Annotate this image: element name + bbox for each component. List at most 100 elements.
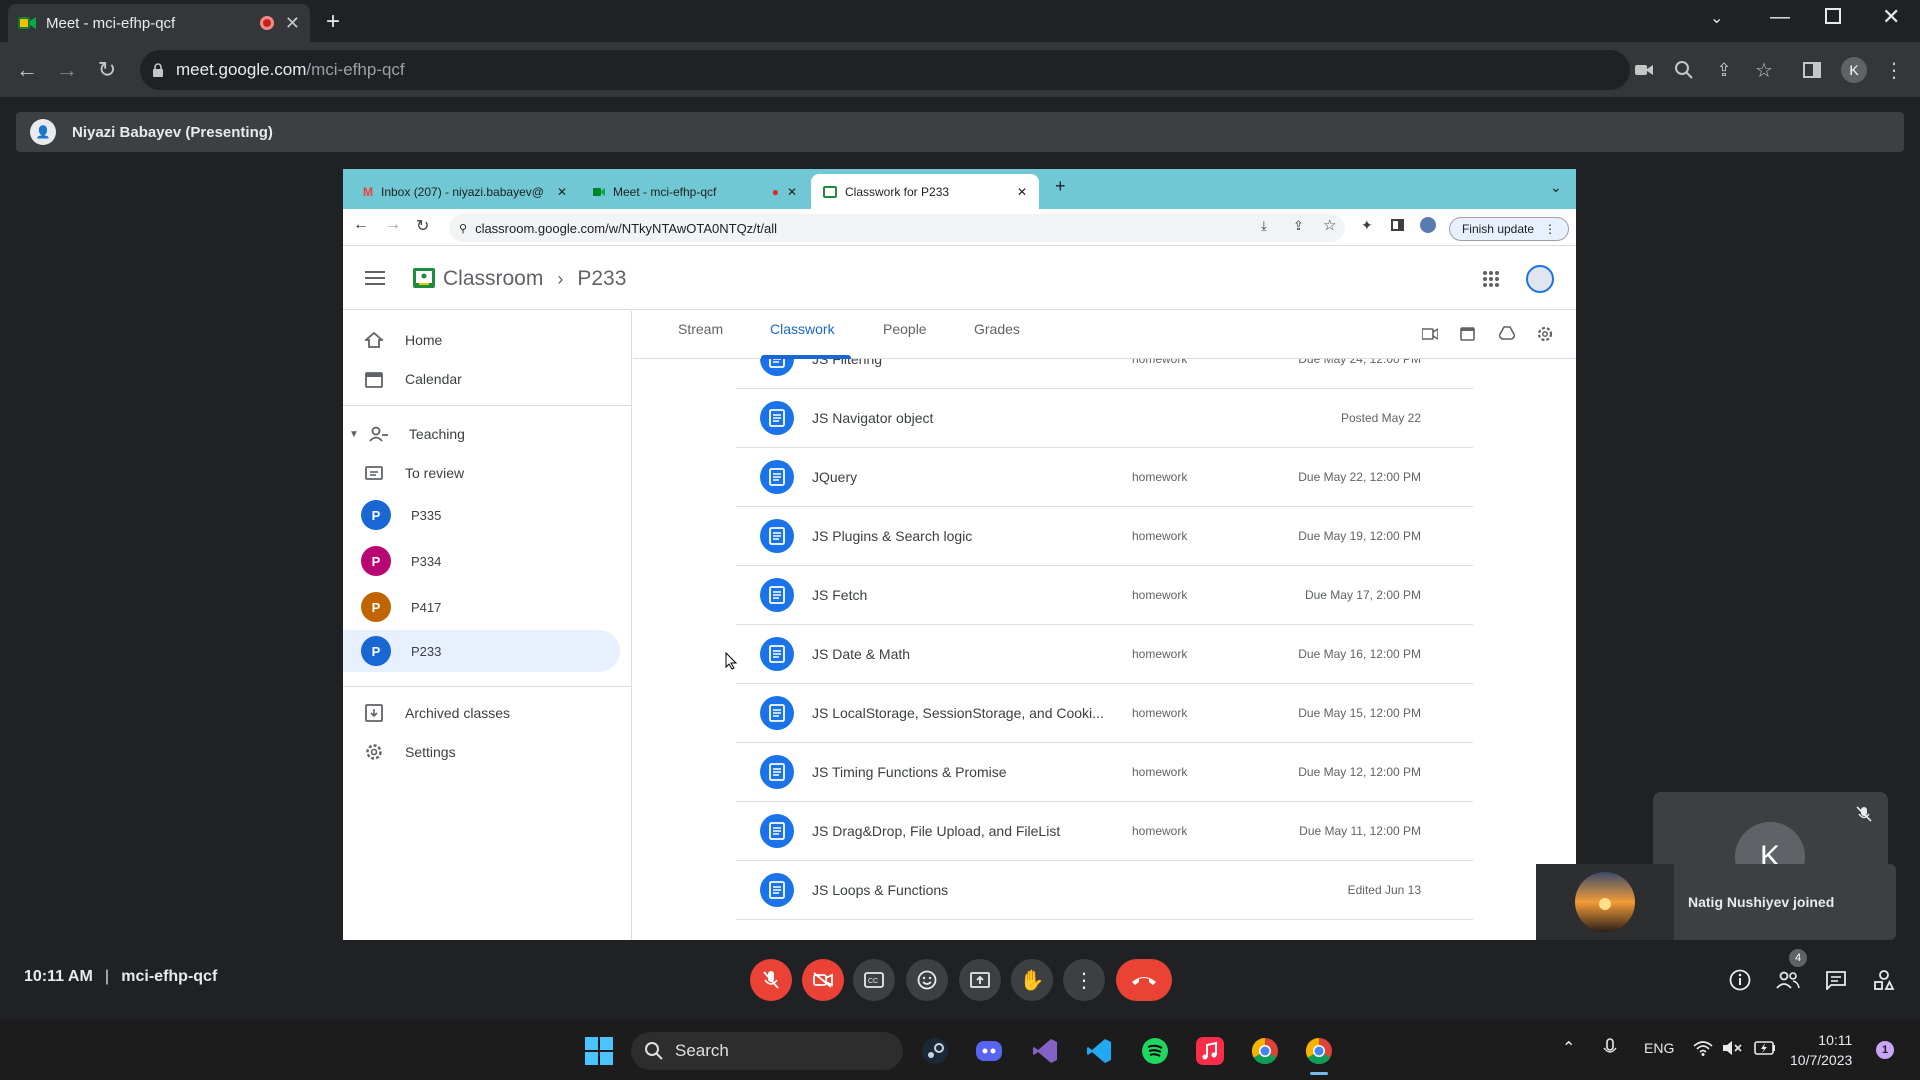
toast-text: Natig Nushiyev joined: [1688, 894, 1835, 910]
assignment-topic: homework: [1132, 470, 1188, 484]
chrome-menu-icon[interactable]: ⋮: [1876, 52, 1912, 88]
outer-tab-meet[interactable]: Meet - mci-efhp-qcf ✕: [8, 4, 310, 42]
visual-studio-icon[interactable]: [1028, 1034, 1062, 1068]
present-button[interactable]: [959, 959, 1001, 1001]
discord-icon[interactable]: [972, 1034, 1006, 1068]
chrome-icon[interactable]: [1248, 1034, 1282, 1068]
system-clock[interactable]: 10:11 10/7/2023: [1790, 1030, 1852, 1070]
share-icon[interactable]: ⇪: [1293, 218, 1304, 234]
inner-profile-avatar[interactable]: [1420, 217, 1436, 233]
vscode-icon[interactable]: [1082, 1034, 1116, 1068]
spotify-icon[interactable]: [1138, 1034, 1172, 1068]
activities-button[interactable]: [1868, 964, 1900, 996]
finish-update-button[interactable]: Finish update ⋮: [1449, 217, 1569, 241]
tab-close-icon[interactable]: ✕: [787, 185, 797, 199]
assignment-row[interactable]: JS Drag&Drop, File Upload, and FileList h…: [736, 802, 1473, 861]
assignment-icon: [760, 637, 794, 671]
camera-toggle-button[interactable]: [802, 959, 844, 1001]
inner-forward-button[interactable]: →: [385, 216, 401, 234]
assignment-title: JS Drag&Drop, File Upload, and FileList: [812, 823, 1061, 839]
steam-icon[interactable]: [918, 1034, 952, 1068]
inner-tab-search-icon[interactable]: ⌄: [1550, 179, 1562, 196]
assignment-date: Posted May 22: [1340, 411, 1421, 425]
tab-search-chevron-icon[interactable]: ⌄: [1710, 8, 1723, 28]
reactions-button[interactable]: [906, 959, 948, 1001]
back-button[interactable]: ←: [9, 52, 45, 88]
tab-stream[interactable]: Stream: [678, 321, 723, 337]
share-icon[interactable]: ⇪: [1706, 52, 1742, 88]
tab-people[interactable]: People: [883, 321, 927, 337]
tab-close-icon[interactable]: ✕: [557, 185, 567, 199]
wifi-icon[interactable]: [1693, 1040, 1713, 1056]
clock-date: 10/7/2023: [1790, 1052, 1853, 1068]
chat-button[interactable]: [1820, 964, 1852, 996]
bookmark-star-icon[interactable]: ☆: [1746, 52, 1782, 88]
assignment-row[interactable]: JS Loops & Functions Edited Jun 13: [736, 861, 1473, 920]
assignment-row[interactable]: JQuery homework Due May 22, 12:00 PM: [736, 448, 1473, 507]
inner-reload-button[interactable]: ↻: [416, 216, 429, 236]
bookmark-star-icon[interactable]: ☆: [1323, 216, 1336, 234]
tab-classwork[interactable]: Classwork: [770, 321, 835, 337]
meet-video-icon[interactable]: [1422, 328, 1438, 340]
chevron-up-icon[interactable]: ⌃: [1562, 1038, 1575, 1058]
inner-address-bar[interactable]: ⚲ classroom.google.com/w/NTkyNTAwOTA0NTQ…: [449, 214, 1345, 242]
side-panel-icon[interactable]: [1794, 52, 1830, 88]
zoom-icon[interactable]: [1666, 52, 1702, 88]
close-window-button[interactable]: ✕: [1882, 4, 1900, 30]
app-name[interactable]: Classroom: [443, 267, 543, 291]
apple-music-icon[interactable]: [1193, 1034, 1227, 1068]
assignment-row[interactable]: JS Timing Functions & Promise homework Due…: [736, 743, 1473, 802]
gmail-icon: M: [363, 184, 373, 199]
taskbar-search[interactable]: Search: [631, 1032, 903, 1070]
raise-hand-button[interactable]: ✋: [1011, 959, 1053, 1001]
chrome-profile-icon[interactable]: [1302, 1034, 1336, 1068]
people-button[interactable]: [1772, 964, 1804, 996]
meeting-info-button[interactable]: [1724, 964, 1756, 996]
tab-grades[interactable]: Grades: [974, 321, 1020, 337]
meeting-code: mci-efhp-qcf: [121, 968, 218, 985]
outer-address-bar[interactable]: meet.google.com/mci-efhp-qcf: [140, 50, 1630, 90]
classwork-list: JS Filtering homework Due May 24, 12:00 PM…: [343, 359, 1576, 940]
account-avatar[interactable]: [1526, 265, 1554, 293]
assignment-icon: [760, 519, 794, 553]
notification-badge[interactable]: 1: [1876, 1041, 1894, 1059]
assignment-row[interactable]: JS Date & Math homework Due May 16, 12:00 …: [736, 625, 1473, 684]
install-icon[interactable]: ⤓: [1261, 218, 1267, 234]
mic-toggle-button[interactable]: [750, 959, 792, 1001]
minimize-button[interactable]: —: [1770, 6, 1790, 29]
apps-grid-icon[interactable]: [1483, 271, 1499, 287]
side-panel-icon[interactable]: [1391, 219, 1404, 231]
inner-tab-gmail[interactable]: M Inbox (207) - niyazi.babayev@ ✕: [351, 174, 579, 209]
more-options-button[interactable]: ⋮: [1063, 959, 1105, 1001]
assignment-row[interactable]: JS Filtering homework Due May 24, 12:00 PM: [736, 359, 1473, 389]
drive-icon[interactable]: [1499, 326, 1515, 340]
assignment-row[interactable]: JS Fetch homework Due May 17, 2:00 PM: [736, 566, 1473, 625]
profile-avatar[interactable]: K: [1841, 57, 1867, 83]
language-indicator[interactable]: ENG: [1644, 1040, 1674, 1056]
class-settings-gear-icon[interactable]: [1537, 326, 1553, 342]
inner-tab-classroom[interactable]: Classwork for P233 ✕: [811, 174, 1039, 209]
restore-button[interactable]: [1825, 8, 1841, 24]
microphone-icon[interactable]: [1603, 1038, 1617, 1058]
reload-button[interactable]: ↻: [89, 52, 125, 88]
inner-tab-meet[interactable]: Meet - mci-efhp-qcf ● ✕: [581, 174, 809, 209]
windows-start-icon[interactable]: [582, 1034, 616, 1068]
camera-icon[interactable]: [1626, 52, 1662, 88]
new-tab-button[interactable]: +: [326, 8, 340, 36]
assignment-row[interactable]: JS Navigator object Posted May 22: [736, 389, 1473, 448]
captions-button[interactable]: CC: [853, 959, 895, 1001]
forward-button[interactable]: →: [49, 52, 85, 88]
inner-back-button[interactable]: ←: [353, 216, 369, 234]
tab-close-icon[interactable]: ✕: [285, 13, 300, 34]
sidebar-item-home[interactable]: Home: [343, 320, 621, 360]
assignment-row[interactable]: JS Plugins & Search logic homework Due May…: [736, 507, 1473, 566]
assignment-row[interactable]: JS LocalStorage, SessionStorage, and Coo…: [736, 684, 1473, 743]
leave-call-button[interactable]: [1116, 959, 1172, 1001]
main-menu-icon[interactable]: [365, 270, 385, 286]
extensions-icon[interactable]: ✦: [1361, 217, 1373, 234]
tab-close-icon[interactable]: ✕: [1017, 185, 1027, 199]
inner-new-tab-button[interactable]: +: [1055, 176, 1066, 197]
battery-icon[interactable]: [1754, 1041, 1776, 1055]
calendar-icon[interactable]: [1460, 326, 1475, 341]
volume-muted-icon[interactable]: [1722, 1040, 1742, 1056]
